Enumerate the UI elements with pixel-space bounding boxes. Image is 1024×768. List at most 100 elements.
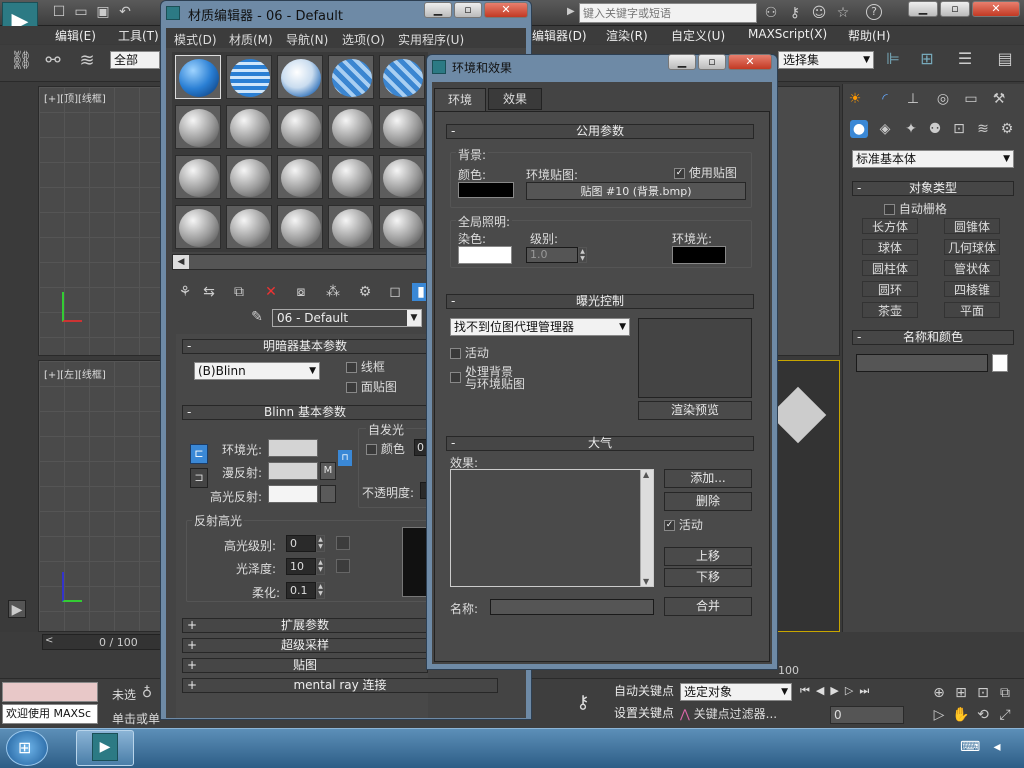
eyedropper-icon[interactable]: ✎ [248, 308, 266, 326]
level-field[interactable]: 1.0 [526, 247, 578, 263]
viewport-top-right[interactable] [777, 86, 840, 356]
shader-type-dropdown[interactable]: (B)Blinn ▼ [194, 362, 320, 380]
glossiness-map-button[interactable] [336, 559, 350, 573]
object-plane-button[interactable]: 平面 [944, 302, 1000, 318]
menu-tools[interactable]: 工具(T) [118, 27, 159, 44]
sample-slot[interactable] [379, 155, 425, 199]
render-preview-button[interactable]: 渲染预览 [638, 401, 752, 420]
zoom-all-icon[interactable]: ⊞ [952, 684, 970, 702]
effects-list[interactable] [450, 469, 654, 587]
extended-params-rollout-header[interactable]: + 扩展参数 [182, 618, 428, 633]
sample-slot[interactable] [328, 105, 374, 149]
sample-slot[interactable] [175, 155, 221, 199]
sample-slot[interactable] [226, 155, 272, 199]
me-minimize-button[interactable]: ▁ [424, 2, 452, 18]
ambient-color-swatch[interactable] [268, 439, 318, 457]
volume-tray-icon[interactable]: ◂ [988, 738, 1006, 756]
object-torus-button[interactable]: 圆环 [862, 281, 918, 297]
current-frame-field[interactable]: 0 [830, 706, 904, 724]
orbit-icon[interactable]: ⟲ [974, 706, 992, 724]
specular-color-swatch[interactable] [268, 485, 318, 503]
lightbulb-icon[interactable]: ♁ [138, 684, 156, 702]
maxscript-listener-field[interactable] [2, 682, 98, 702]
menu-customize[interactable]: 自定义(U) [671, 27, 725, 44]
level-spinner[interactable]: ▲ ▼ [578, 247, 587, 263]
align-icon[interactable]: ⊞ [918, 50, 936, 68]
scroll-down-icon[interactable]: ▼ [643, 577, 649, 586]
set-key-button[interactable]: 设置关键点 [612, 705, 676, 725]
zoom-extents-icon[interactable]: ⊡ [974, 684, 992, 702]
me-menu-mode[interactable]: 模式(D) [174, 31, 217, 48]
app-close-button[interactable]: ✕ [972, 1, 1020, 17]
sample-slot[interactable] [175, 105, 221, 149]
menu-editor[interactable]: 编辑器(D) [532, 27, 587, 44]
env-maximize-button[interactable]: ▫ [698, 54, 726, 70]
go-to-start-icon[interactable]: ⏮ [800, 684, 816, 697]
assign-material-icon[interactable]: ⧉ [230, 283, 248, 301]
effects-list-scrollbar[interactable]: ▲ ▼ [640, 470, 653, 586]
shader-rollout-header[interactable]: - 明暗器基本参数 [182, 339, 428, 354]
utilities-tab-icon[interactable]: ⚒ [990, 90, 1008, 108]
blinn-rollout-header[interactable]: - Blinn 基本参数 [182, 405, 428, 420]
glossiness-field[interactable]: 10 [286, 558, 316, 575]
sample-slot[interactable] [226, 105, 272, 149]
display-tab-icon[interactable]: ▭ [962, 90, 980, 108]
lock-map-icon[interactable]: ⊓ [338, 450, 352, 466]
supersampling-rollout-header[interactable]: + 超级采样 [182, 638, 428, 653]
sample-slot[interactable] [175, 205, 221, 249]
atmosphere-active-checkbox[interactable]: ✓ 活动 [664, 516, 703, 533]
me-maximize-button[interactable]: ▫ [454, 2, 482, 18]
bg-color-swatch[interactable] [458, 182, 514, 198]
lock-button-icon[interactable]: ⊏ [190, 444, 208, 464]
spec-level-field[interactable]: 0 [286, 535, 316, 552]
add-effect-button[interactable]: 添加... [664, 469, 752, 488]
object-box-button[interactable]: 长方体 [862, 218, 918, 234]
make-unique-icon[interactable]: ⁂ [324, 283, 342, 301]
use-map-checkbox[interactable]: ✓ 使用贴图 [674, 164, 737, 181]
layer-manager-icon[interactable]: ☰ [956, 50, 974, 68]
copy-material-icon[interactable]: ⧇ [292, 283, 310, 301]
object-tube-button[interactable]: 管状体 [944, 260, 1000, 276]
sample-slot[interactable] [175, 55, 221, 99]
create-tab-icon[interactable]: ☀ [846, 90, 864, 108]
key-icon[interactable]: ⚷ [786, 4, 804, 22]
me-menu-utilities[interactable]: 实用程序(U) [398, 31, 464, 48]
effect-name-field[interactable] [490, 599, 654, 615]
tab-effects[interactable]: 效果 [488, 88, 542, 110]
graphite-icon[interactable]: ▤ [996, 50, 1014, 68]
geometry-icon[interactable]: ● [850, 120, 868, 138]
sample-slot[interactable] [277, 205, 323, 249]
key-filters-button[interactable]: ⋀ 关键点过滤器... [680, 705, 792, 725]
diffuse-map-button[interactable]: M [320, 462, 336, 480]
pan-icon[interactable]: ✋ [952, 706, 970, 724]
gl-ambient-swatch[interactable] [672, 246, 726, 264]
lights-icon[interactable]: ✦ [902, 120, 920, 138]
material-id-icon[interactable]: ⚙ [356, 283, 374, 301]
scroll-up-icon[interactable]: ▲ [643, 470, 649, 479]
mental-ray-rollout-header[interactable]: + mental ray 连接 [182, 678, 498, 693]
new-file-icon[interactable]: ☐ [50, 3, 68, 21]
reset-material-icon[interactable]: ✕ [262, 283, 280, 301]
viewport-left[interactable] [38, 360, 163, 632]
expand-panel-icon[interactable]: ▶ [8, 600, 26, 618]
atmosphere-rollout-header[interactable]: - 大气 [446, 436, 754, 451]
maps-rollout-header[interactable]: + 贴图 [182, 658, 428, 673]
menu-help[interactable]: 帮助(H) [848, 27, 890, 44]
sample-slot[interactable] [277, 155, 323, 199]
time-slider-prev-icon[interactable]: < [45, 635, 53, 646]
object-cylinder-button[interactable]: 圆柱体 [862, 260, 918, 276]
time-slider[interactable]: < 0 / 100 [42, 634, 162, 650]
named-selection-dropdown[interactable]: 选择集 ▼ [778, 51, 874, 69]
exposure-active-checkbox[interactable]: 活动 [450, 344, 489, 361]
move-up-button[interactable]: 上移 [664, 547, 752, 566]
open-file-icon[interactable]: ▭ [72, 3, 90, 21]
specular-map-button[interactable] [320, 485, 336, 503]
lock-button-2-icon[interactable]: ⊐ [190, 468, 208, 488]
object-pyramid-button[interactable]: 四棱锥 [944, 281, 1000, 297]
name-color-rollout-header[interactable]: - 名称和颜色 [852, 330, 1014, 345]
common-params-rollout-header[interactable]: - 公用参数 [446, 124, 754, 139]
env-close-button[interactable]: ✕ [728, 54, 772, 70]
exposure-type-dropdown[interactable]: 找不到位图代理管理器 ▼ [450, 318, 630, 336]
me-menu-material[interactable]: 材质(M) [229, 31, 273, 48]
spec-level-map-button[interactable] [336, 536, 350, 550]
